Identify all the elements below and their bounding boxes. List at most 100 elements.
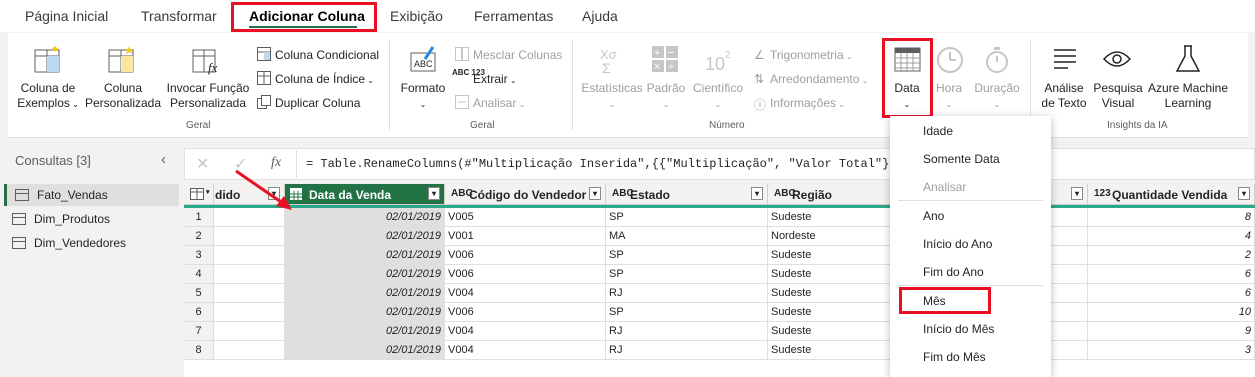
cell-codigo-vendedor[interactable]: V004: [445, 284, 606, 303]
cell-quantidade-vendida[interactable]: 9: [1088, 322, 1255, 341]
row-number[interactable]: 4: [184, 265, 214, 284]
row-number[interactable]: 7: [184, 322, 214, 341]
cell-quantidade-vendida[interactable]: 6: [1088, 284, 1255, 303]
tab-pagina-inicial[interactable]: Página Inicial: [25, 8, 108, 24]
menu-item-fim-do-mes[interactable]: Fim do Mês: [923, 350, 986, 364]
menu-item-fim-do-ano[interactable]: Fim do Ano: [923, 265, 984, 279]
extrair-button[interactable]: Extrair ⌄: [473, 72, 517, 86]
cell-quantidade-vendida[interactable]: 4: [1088, 227, 1255, 246]
filter-dropdown-icon[interactable]: ▾: [1071, 187, 1083, 200]
cancel-icon[interactable]: ✕: [196, 154, 209, 174]
column-header-codigo-vendedor[interactable]: ABC Código do Vendedor ▾: [445, 184, 606, 205]
menu-item-ano[interactable]: Ano: [923, 209, 944, 223]
cell-pedido[interactable]: [214, 322, 285, 341]
cell-codigo-vendedor[interactable]: V004: [445, 322, 606, 341]
cell-quantidade-vendida[interactable]: 6: [1088, 265, 1255, 284]
cell-codigo-vendedor[interactable]: V004: [445, 341, 606, 360]
column-header-estado[interactable]: ABC Estado ▾: [606, 184, 768, 205]
cell-estado[interactable]: SP: [606, 303, 768, 322]
menu-item-somente-data[interactable]: Somente Data: [923, 152, 1000, 166]
tab-ajuda[interactable]: Ajuda: [582, 8, 618, 24]
collapse-chevron-icon[interactable]: ‹: [161, 151, 166, 168]
cell-data-da-venda[interactable]: 02/01/2019: [285, 303, 445, 322]
filter-dropdown-icon[interactable]: ▾: [589, 187, 601, 200]
cell-pedido[interactable]: [214, 265, 285, 284]
cell-quantidade-vendida[interactable]: 3: [1088, 341, 1255, 360]
coluna-condicional-button[interactable]: Coluna Condicional: [275, 48, 379, 62]
filter-dropdown-icon[interactable]: ▾: [428, 187, 440, 200]
coluna-de-indice-button[interactable]: Coluna de Índice ⌄: [275, 72, 374, 86]
cell-estado[interactable]: RJ: [606, 322, 768, 341]
cell-quantidade-vendida[interactable]: 8: [1088, 208, 1255, 227]
cell-pedido[interactable]: [214, 227, 285, 246]
cell-codigo-vendedor[interactable]: V005: [445, 208, 606, 227]
row-number[interactable]: 6: [184, 303, 214, 322]
cell-pedido[interactable]: [214, 284, 285, 303]
coluna-de-exemplos-button[interactable]: Coluna de Exemplos ⌄: [14, 81, 82, 112]
cell-data-da-venda[interactable]: 02/01/2019: [285, 265, 445, 284]
filter-dropdown-icon[interactable]: ▾: [751, 187, 763, 200]
duracao-button[interactable]: Duração ⌄: [970, 81, 1024, 112]
tab-exibicao[interactable]: Exibição: [390, 8, 443, 24]
query-item-dim-vendedores[interactable]: Dim_Vendedores: [4, 232, 176, 254]
cell-estado[interactable]: SP: [606, 246, 768, 265]
cell-codigo-vendedor[interactable]: V001: [445, 227, 606, 246]
estatisticas-button[interactable]: Estatísticas ⌄: [580, 81, 644, 112]
tab-transformar[interactable]: Transformar: [141, 8, 217, 24]
menu-item-analisar[interactable]: Analisar: [923, 180, 966, 194]
cell-data-da-venda[interactable]: 02/01/2019: [285, 341, 445, 360]
cell-pedido[interactable]: [214, 303, 285, 322]
formato-button[interactable]: Formato ⌄: [398, 81, 448, 112]
cell-data-da-venda[interactable]: 02/01/2019: [285, 284, 445, 303]
cell-estado[interactable]: MA: [606, 227, 768, 246]
menu-item-inicio-do-ano[interactable]: Início do Ano: [923, 237, 992, 251]
menu-item-idade[interactable]: Idade: [923, 124, 953, 138]
duplicar-coluna-button[interactable]: Duplicar Coluna: [275, 96, 360, 110]
hora-button[interactable]: Hora ⌄: [930, 81, 968, 112]
trigonometria-button[interactable]: Trigonometria ⌄: [770, 48, 853, 62]
cell-pedido[interactable]: [214, 246, 285, 265]
cell-codigo-vendedor[interactable]: V006: [445, 246, 606, 265]
cell-pedido[interactable]: [214, 341, 285, 360]
cell-data-da-venda[interactable]: 02/01/2019: [285, 322, 445, 341]
query-item-fato-vendas[interactable]: Fato_Vendas: [4, 184, 179, 206]
cientifico-button[interactable]: Científico ⌄: [690, 81, 746, 112]
cell-codigo-vendedor[interactable]: V006: [445, 303, 606, 322]
row-number[interactable]: 2: [184, 227, 214, 246]
cell-estado[interactable]: RJ: [606, 284, 768, 303]
row-number[interactable]: 5: [184, 284, 214, 303]
column-header-quantidade-vendida[interactable]: 123 Quantidade Vendida ▾: [1088, 184, 1255, 205]
cell-estado[interactable]: RJ: [606, 341, 768, 360]
cell-codigo-vendedor[interactable]: V006: [445, 265, 606, 284]
cell-data-da-venda[interactable]: 02/01/2019: [285, 246, 445, 265]
arredondamento-button[interactable]: Arredondamento ⌄: [770, 72, 868, 86]
coluna-personalizada-button[interactable]: Coluna Personalizada: [84, 81, 162, 111]
invocar-funcao-button[interactable]: Invocar Função Personalizada: [163, 81, 253, 111]
custom-column-icon: [108, 46, 134, 73]
cell-estado[interactable]: SP: [606, 265, 768, 284]
azure-ml-button[interactable]: Azure Machine Learning: [1146, 81, 1230, 111]
cell-data-da-venda[interactable]: 02/01/2019: [285, 227, 445, 246]
text-analytics-icon: [1054, 49, 1076, 69]
mesclar-colunas-button[interactable]: Mesclar Colunas: [473, 48, 562, 62]
filter-dropdown-icon[interactable]: ▾: [1238, 187, 1250, 200]
informacoes-button[interactable]: Informações ⌄: [770, 96, 845, 110]
cell-quantidade-vendida[interactable]: 2: [1088, 246, 1255, 265]
cell-estado[interactable]: SP: [606, 208, 768, 227]
grid-corner-menu[interactable]: ▾: [184, 184, 214, 205]
cell-quantidade-vendida[interactable]: 10: [1088, 303, 1255, 322]
analise-de-texto-button[interactable]: Análise de Texto: [1036, 81, 1092, 111]
tab-ferramentas[interactable]: Ferramentas: [474, 8, 553, 24]
row-number[interactable]: 8: [184, 341, 214, 360]
formula-text[interactable]: = Table.RenameColumns(#"Multiplicação In…: [306, 157, 904, 171]
row-number[interactable]: 3: [184, 246, 214, 265]
menu-item-inicio-do-mes[interactable]: Início do Mês: [923, 322, 994, 336]
svg-text:+: +: [654, 47, 660, 59]
padrao-button[interactable]: Padrão ⌄: [644, 81, 688, 112]
analisar-button[interactable]: Analisar ⌄: [473, 96, 525, 110]
column-header-data-da-venda[interactable]: Data da Venda ▾: [285, 184, 445, 205]
pesquisa-visual-button[interactable]: Pesquisa Visual: [1092, 81, 1144, 111]
query-item-dim-produtos[interactable]: Dim_Produtos: [4, 208, 176, 230]
row-number[interactable]: 1: [184, 208, 214, 227]
cell-data-da-venda[interactable]: 02/01/2019: [285, 208, 445, 227]
